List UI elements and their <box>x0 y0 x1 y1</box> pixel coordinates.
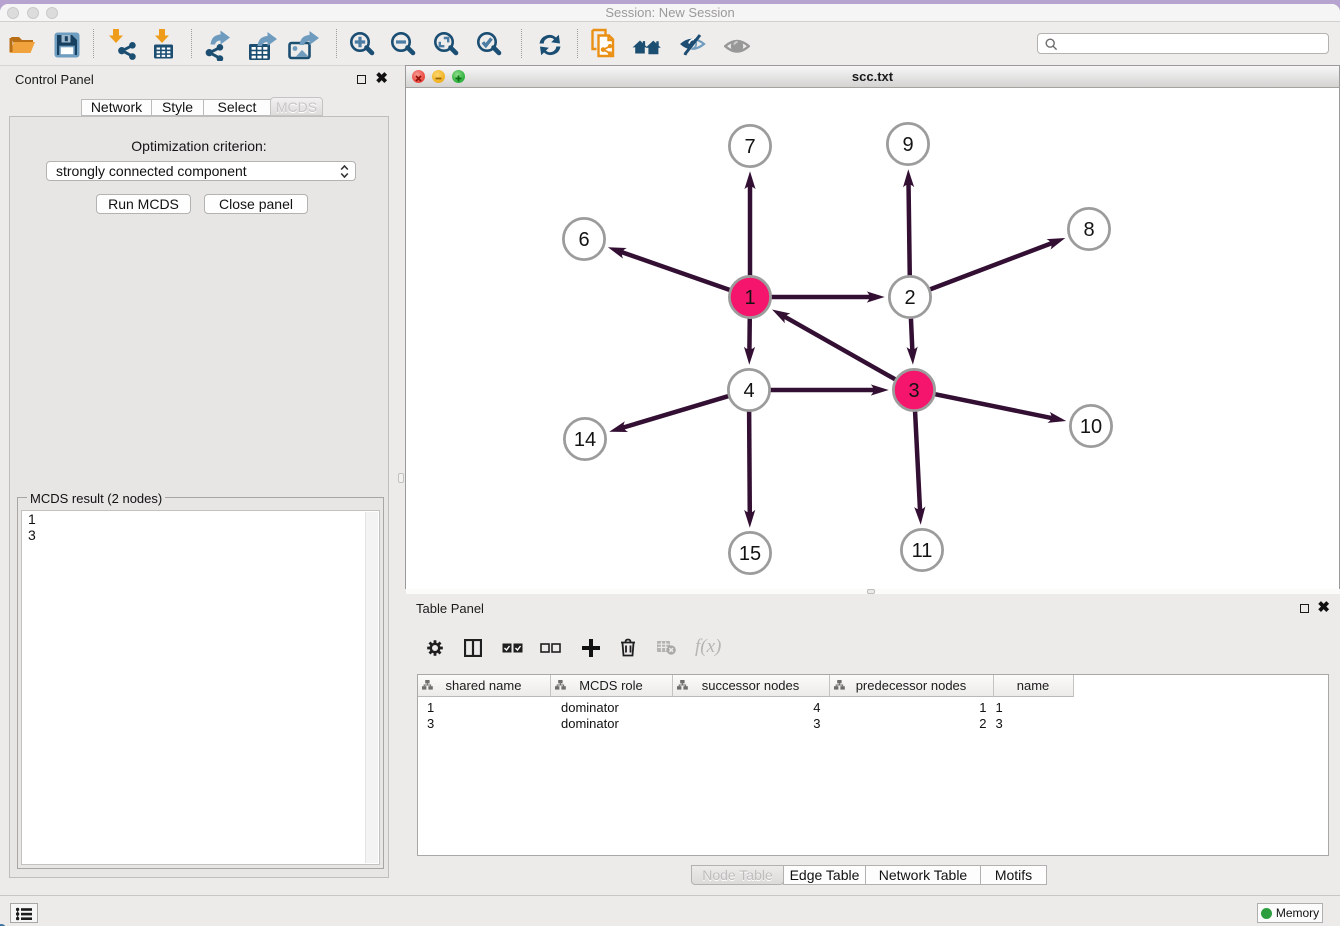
svg-text:11: 11 <box>912 540 933 562</box>
svg-text:2: 2 <box>904 287 915 309</box>
svg-text:6: 6 <box>578 229 589 251</box>
svg-text:10: 10 <box>1080 416 1102 438</box>
svg-text:1: 1 <box>744 287 755 309</box>
svg-text:f(x): f(x) <box>695 637 721 657</box>
svg-text:15: 15 <box>739 543 761 565</box>
svg-text:4: 4 <box>743 380 754 402</box>
svg-text:7: 7 <box>744 136 755 158</box>
svg-text:9: 9 <box>902 134 913 156</box>
svg-text:14: 14 <box>574 429 596 451</box>
svg-text:8: 8 <box>1083 219 1094 241</box>
svg-text:3: 3 <box>908 380 919 402</box>
